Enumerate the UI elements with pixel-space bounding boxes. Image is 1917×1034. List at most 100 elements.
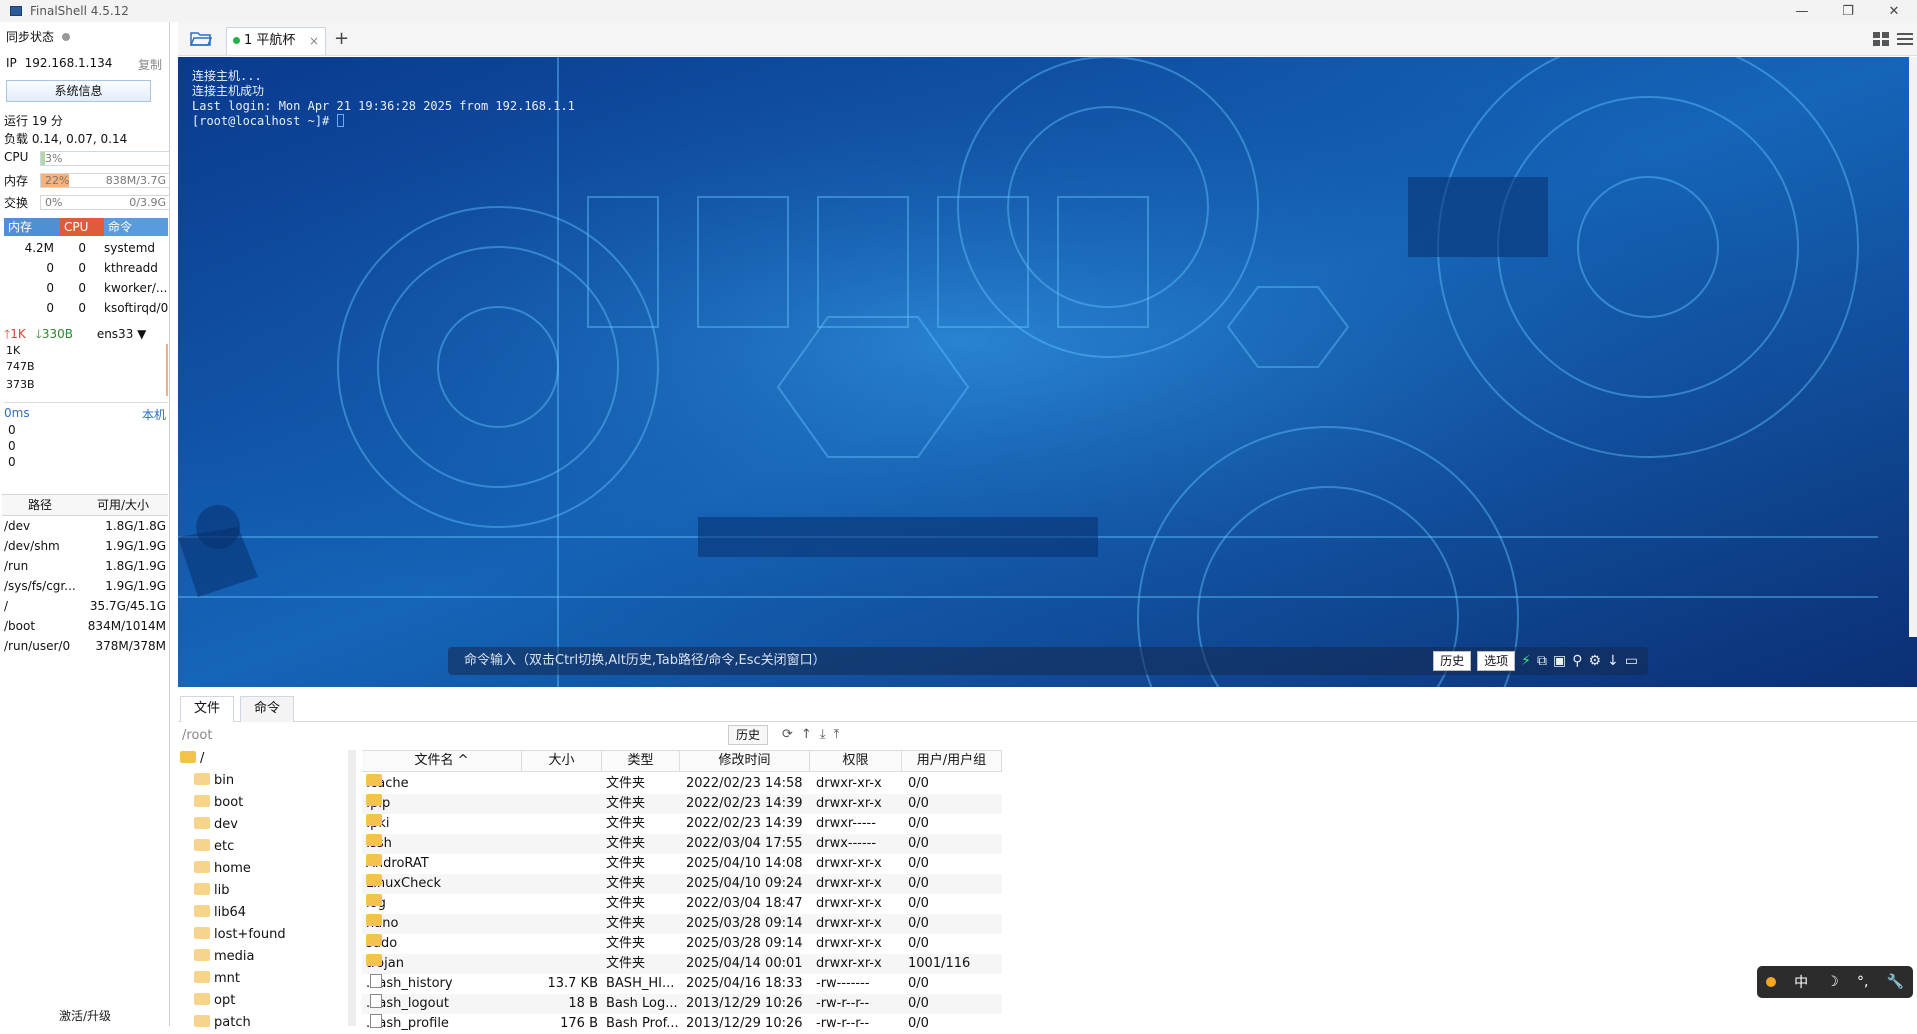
- tree-splitter[interactable]: [348, 750, 356, 1026]
- download-icon[interactable]: ⤓: [820, 727, 826, 742]
- activate-upgrade-link[interactable]: 激活/升级: [0, 1007, 170, 1024]
- system-info-button[interactable]: 系统信息: [6, 80, 151, 102]
- column-mtime[interactable]: 修改时间: [680, 751, 810, 771]
- tree-item[interactable]: lost+found: [194, 926, 286, 944]
- upload-icon[interactable]: ⤒: [834, 727, 840, 742]
- file-owner: 0/0: [908, 796, 929, 811]
- column-size[interactable]: 大小: [522, 751, 602, 771]
- tree-item[interactable]: /: [180, 750, 204, 768]
- folder-icon: [194, 949, 210, 961]
- tree-item[interactable]: mnt: [194, 970, 240, 988]
- disk-path-column[interactable]: 路径: [2, 495, 78, 515]
- lightning-icon[interactable]: ⚡: [1521, 653, 1531, 669]
- column-name[interactable]: 文件名 ^: [362, 751, 522, 771]
- paste-icon[interactable]: ▣: [1553, 653, 1566, 669]
- column-type[interactable]: 类型: [602, 751, 680, 771]
- swap-meter-bar: 0% 0/3.9G: [40, 195, 170, 210]
- tree-item[interactable]: media: [194, 948, 255, 966]
- restore-button[interactable]: ❐: [1825, 0, 1871, 22]
- column-owner[interactable]: 用户/用户组: [902, 751, 1002, 771]
- process-row[interactable]: 0 0 ksoftirqd/0: [4, 298, 168, 318]
- tree-item[interactable]: lib: [194, 882, 229, 900]
- ime-toolbar[interactable]: 中 ☽ °, 🔧: [1757, 966, 1913, 998]
- grid-layout-icon[interactable]: [1873, 32, 1889, 46]
- file-row[interactable]: .ssh 文件夹 2022/03/04 17:55 drwx------ 0/0: [362, 834, 1002, 854]
- process-cmd-column[interactable]: 命令: [104, 218, 168, 236]
- minimize-button[interactable]: —: [1779, 0, 1825, 22]
- file-row[interactable]: .bash_logout 18 B Bash Log... 2013/12/29 10…: [362, 994, 1002, 1014]
- parent-dir-icon[interactable]: ↑: [801, 727, 812, 742]
- options-button[interactable]: 选项: [1477, 651, 1516, 671]
- terminal-output[interactable]: 连接主机... 连接主机成功 Last login: Mon Apr 21 19:3…: [192, 69, 575, 129]
- search-icon[interactable]: ⚲: [1572, 653, 1582, 669]
- tree-item[interactable]: bin: [194, 772, 234, 790]
- file-row[interactable]: .pip 文件夹 2022/02/23 14:39 drwxr-xr-x 0/0: [362, 794, 1002, 814]
- tree-item[interactable]: lib64: [194, 904, 246, 922]
- close-tab-icon[interactable]: ×: [309, 28, 319, 54]
- process-cpu-column[interactable]: CPU: [60, 218, 104, 236]
- path-input[interactable]: /root: [182, 726, 722, 746]
- disk-row[interactable]: /dev/shm 1.9G/1.9G: [2, 536, 168, 556]
- copy-icon[interactable]: ⧉: [1537, 653, 1547, 669]
- copy-ip-link[interactable]: 复制: [138, 56, 162, 73]
- ime-punctuation-icon[interactable]: °,: [1857, 974, 1868, 990]
- ime-language-toggle[interactable]: 中: [1794, 972, 1808, 992]
- command-input-placeholder[interactable]: 命令输入（双击Ctrl切换,Alt历史,Tab路径/命令,Esc关闭窗口）: [464, 647, 826, 675]
- process-row[interactable]: 0 0 kthreadd: [4, 258, 168, 278]
- tree-item[interactable]: dev: [194, 816, 238, 834]
- ime-moon-icon[interactable]: ☽: [1826, 974, 1839, 990]
- add-tab-button[interactable]: +: [334, 28, 349, 49]
- file-row[interactable]: .cache 文件夹 2022/02/23 14:58 drwxr-xr-x 0/0: [362, 774, 1002, 794]
- process-mem-column[interactable]: 内存: [4, 218, 60, 236]
- disk-path: /run/user/0: [4, 639, 71, 653]
- process-row[interactable]: 0 0 kworker/...: [4, 278, 168, 298]
- open-folder-icon[interactable]: [190, 30, 212, 46]
- command-input-bar[interactable]: 命令输入（双击Ctrl切换,Alt历史,Tab路径/命令,Esc关闭窗口） 历史…: [448, 647, 1648, 675]
- file-row[interactable]: nano 文件夹 2025/03/28 09:14 drwxr-xr-x 0/0: [362, 914, 1002, 934]
- file-row[interactable]: log 文件夹 2022/03/04 18:47 drwxr-xr-x 0/0: [362, 894, 1002, 914]
- menu-icon[interactable]: [1897, 32, 1913, 46]
- refresh-icon[interactable]: ⟳: [782, 727, 793, 742]
- file-row[interactable]: LinuxCheck 文件夹 2025/04/10 09:24 drwxr-xr-x 0…: [362, 874, 1002, 894]
- network-interface-select[interactable]: ens33 ▼: [97, 327, 147, 341]
- memory-meter-percent: 22%: [45, 174, 70, 187]
- terminal-scrollbar[interactable]: [1909, 57, 1917, 637]
- disk-size-column[interactable]: 可用/大小: [78, 495, 168, 515]
- history-button[interactable]: 历史: [1433, 651, 1472, 671]
- terminal-panel[interactable]: 连接主机... 连接主机成功 Last login: Mon Apr 21 19:3…: [178, 57, 1917, 687]
- file-row[interactable]: sudo 文件夹 2025/03/28 09:14 drwxr-xr-x 0/0: [362, 934, 1002, 954]
- tree-item[interactable]: home: [194, 860, 251, 878]
- file-row[interactable]: .bash_profile 176 B Bash Prof... 2013/12/29…: [362, 1014, 1002, 1034]
- file-row[interactable]: AndroRAT 文件夹 2025/04/10 14:08 drwxr-xr-x 0/0: [362, 854, 1002, 874]
- disk-row[interactable]: /sys/fs/cgr... 1.9G/1.9G: [2, 576, 168, 596]
- tab-session[interactable]: 1 平航杯 ×: [226, 27, 326, 55]
- tree-item-label: etc: [214, 839, 235, 854]
- ime-wrench-icon[interactable]: 🔧: [1887, 974, 1904, 990]
- path-history-button[interactable]: 历史: [728, 725, 768, 745]
- tree-item[interactable]: patch: [194, 1014, 251, 1032]
- tree-item[interactable]: etc: [194, 838, 234, 856]
- column-permissions[interactable]: 权限: [810, 751, 902, 771]
- disk-row[interactable]: / 35.7G/45.1G: [2, 596, 168, 616]
- tab-files[interactable]: 文件: [180, 696, 234, 722]
- tab-commands[interactable]: 命令: [240, 696, 294, 722]
- tree-item[interactable]: boot: [194, 794, 243, 812]
- gear-icon[interactable]: ⚙: [1588, 653, 1601, 669]
- cpu-meter-label: CPU: [4, 150, 29, 164]
- disk-row[interactable]: /run 1.8G/1.9G: [2, 556, 168, 576]
- latency-target[interactable]: 本机: [142, 406, 166, 423]
- disk-row[interactable]: /dev 1.8G/1.8G: [2, 516, 168, 536]
- arrow-down-icon[interactable]: ↓: [1607, 653, 1619, 669]
- tree-item-label: dev: [214, 817, 238, 832]
- file-row[interactable]: .pki 文件夹 2022/02/23 14:39 drwxr----- 0/0: [362, 814, 1002, 834]
- disk-row[interactable]: /boot 834M/1014M: [2, 616, 168, 636]
- process-row[interactable]: 4.2M 0 systemd: [4, 238, 168, 258]
- disk-path: /boot: [4, 619, 36, 633]
- tree-item[interactable]: opt: [194, 992, 235, 1010]
- directory-tree: / bin boot dev etc home lib lib64 lost+f…: [178, 750, 354, 1030]
- window-icon[interactable]: ▭: [1625, 653, 1638, 669]
- file-row[interactable]: .bash_history 13.7 KB BASH_HI... 2025/04/16…: [362, 974, 1002, 994]
- close-button[interactable]: ✕: [1871, 0, 1917, 22]
- disk-row[interactable]: /run/user/0 378M/378M: [2, 636, 168, 656]
- file-row[interactable]: trojan 文件夹 2025/04/14 00:01 drwxr-xr-x 1001/…: [362, 954, 1002, 974]
